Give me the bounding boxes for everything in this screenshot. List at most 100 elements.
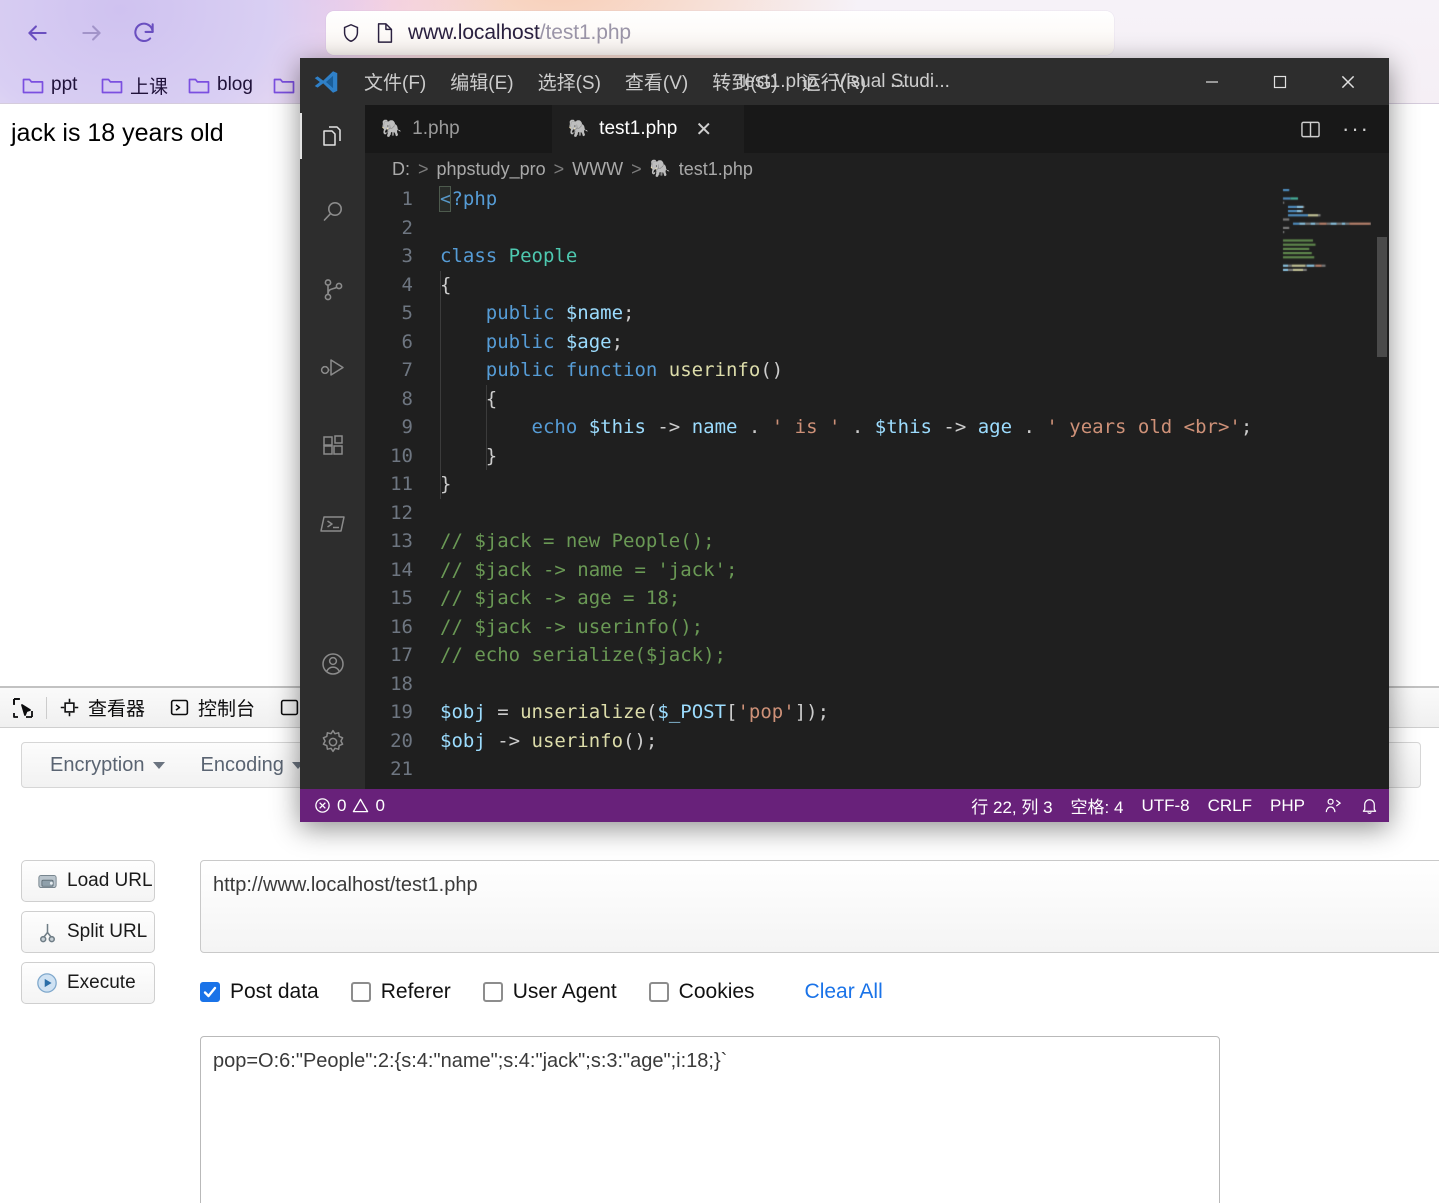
devtools-tab-console[interactable]: 控制台 (157, 688, 267, 728)
bookmark-blog[interactable]: blog (182, 72, 259, 98)
code-line[interactable]: 8 { (365, 385, 1389, 414)
token: (); (623, 729, 658, 752)
editor-more-actions-button[interactable]: ··· (1341, 115, 1371, 143)
forward-button[interactable] (73, 14, 111, 52)
minimize-button[interactable] (1187, 58, 1237, 105)
bookmark-shangke[interactable]: 上课 (95, 72, 174, 98)
option-referer[interactable]: Referer (350, 980, 451, 1004)
token: ]); (794, 701, 830, 723)
editor-tab-1php[interactable]: 🐘 1.php (365, 105, 552, 153)
activitybar-source-control[interactable] (300, 259, 365, 321)
page-info-icon[interactable] (375, 22, 395, 44)
code-line[interactable]: 4{ (365, 271, 1389, 300)
option-post-data[interactable]: Post data (200, 980, 319, 1004)
menu-edit[interactable]: 编辑(E) (438, 58, 525, 105)
tab-close-icon[interactable]: ✕ (695, 117, 712, 142)
vscode-titlebar[interactable]: 文件(F) 编辑(E) 选择(S) 查看(V) 转到(G) 运行(R) ... … (300, 58, 1389, 105)
menu-more[interactable]: ... (878, 58, 918, 105)
option-user-agent[interactable]: User Agent (482, 980, 617, 1004)
code-line[interactable]: 19 $obj = unserialize($_POST['pop']); (365, 698, 1389, 727)
status-eol[interactable]: CRLF (1208, 796, 1252, 816)
option-cookies[interactable]: Cookies (648, 980, 755, 1004)
devtools-tab-inspector[interactable]: 查看器 (47, 688, 157, 728)
token: public (485, 302, 566, 324)
code-line[interactable]: 21 (365, 755, 1389, 784)
status-encoding[interactable]: UTF-8 (1141, 796, 1189, 816)
resize-handle-icon[interactable] (1198, 1199, 1216, 1203)
split-editor-button[interactable] (1295, 115, 1325, 143)
code-line[interactable]: 2 (365, 214, 1389, 243)
code-editor[interactable]: 1 <?php 2 3 class People 4{5 public $name; 6 p… (365, 185, 1389, 789)
load-url-button[interactable]: Load URL (21, 860, 155, 902)
feedback-smiley-icon[interactable] (1323, 796, 1342, 815)
clear-all-link[interactable]: Clear All (805, 980, 883, 1004)
status-problems[interactable]: 0 0 (300, 796, 385, 816)
scrollbar-thumb[interactable] (1377, 237, 1387, 357)
editor-tab-label: test1.php (599, 118, 678, 139)
shield-icon[interactable] (340, 22, 362, 44)
line-content: } (440, 442, 497, 471)
breadcrumb-item-file[interactable]: test1.php (679, 159, 753, 180)
activitybar-remote-terminal[interactable] (300, 493, 365, 555)
code-line[interactable]: 15 // $jack -> age = 18; (365, 584, 1389, 613)
execute-button[interactable]: Execute (21, 962, 155, 1004)
notifications-bell-icon[interactable] (1360, 796, 1379, 815)
code-line[interactable]: 11} (365, 470, 1389, 499)
breadcrumb-separator: > (553, 158, 565, 179)
code-line[interactable]: 9 echo $this -> name . ' is ' . $this ->… (365, 413, 1389, 442)
post-data-textarea[interactable]: pop=O:6:"People":2:{s:4:"name";s:4:"jack… (200, 1036, 1220, 1203)
element-picker-button[interactable] (0, 688, 46, 728)
code-line[interactable]: 10 } (365, 442, 1389, 471)
post-data-checkbox[interactable] (200, 982, 220, 1002)
activitybar-run-debug[interactable] (300, 337, 365, 399)
menu-go[interactable]: 转到(G) (700, 58, 789, 105)
menu-view[interactable]: 查看(V) (613, 58, 700, 105)
code-line[interactable]: 1 <?php (365, 185, 1389, 214)
reload-button[interactable] (125, 14, 163, 52)
cookies-checkbox[interactable] (648, 982, 669, 1002)
activitybar-explorer[interactable] (300, 105, 365, 167)
bookmark-ppt[interactable]: ppt (16, 72, 83, 98)
code-line[interactable]: 12 (365, 499, 1389, 528)
activitybar-account[interactable] (300, 633, 365, 695)
code-line[interactable]: 7 public function userinfo() (365, 356, 1389, 385)
breadcrumb-item-drive[interactable]: D: (392, 159, 410, 180)
code-line[interactable]: 6 public $age; (365, 328, 1389, 357)
code-line[interactable]: 16 // $jack -> userinfo(); (365, 613, 1389, 642)
activitybar-search[interactable] (300, 181, 365, 243)
token: class (440, 245, 509, 267)
activitybar-settings[interactable] (300, 711, 365, 773)
menu-selection[interactable]: 选择(S) (526, 58, 613, 105)
editor-scrollbar[interactable] (1375, 185, 1389, 789)
encryption-dropdown[interactable]: Encryption (32, 754, 183, 777)
code-line[interactable]: 5 public $name; (365, 299, 1389, 328)
breadcrumb-item-phpstudy[interactable]: phpstudy_pro (437, 159, 546, 180)
referer-checkbox[interactable] (350, 982, 371, 1002)
status-cursor-position[interactable]: 行 22, 列 3 (971, 793, 1052, 818)
user-agent-checkbox[interactable] (482, 982, 503, 1002)
code-line[interactable]: 20 $obj -> userinfo(); (365, 727, 1389, 756)
code-line[interactable]: 17 // echo serialize($jack); (365, 641, 1389, 670)
code-line[interactable]: 14 // $jack -> name = 'jack'; (365, 556, 1389, 585)
activitybar-extensions[interactable] (300, 415, 365, 477)
code-line[interactable]: 18 (365, 670, 1389, 699)
line-content: $obj -> userinfo(); (440, 727, 657, 756)
close-button[interactable] (1323, 58, 1373, 105)
token: age (977, 416, 1013, 438)
maximize-button[interactable] (1255, 58, 1305, 105)
back-button[interactable] (18, 14, 56, 52)
status-language-mode[interactable]: PHP (1270, 796, 1305, 816)
menu-run[interactable]: 运行(R) (790, 58, 878, 105)
code-line[interactable]: 13 // $jack = new People(); (365, 527, 1389, 556)
breadcrumb-item-www[interactable]: WWW (572, 159, 623, 180)
split-url-button[interactable]: Split URL (21, 911, 155, 953)
page-output-text: jack is 18 years old (11, 119, 224, 147)
url-bar[interactable]: www.localhost/test1.php (326, 11, 1114, 55)
menu-file[interactable]: 文件(F) (352, 58, 438, 105)
code-line[interactable]: 3 class People (365, 242, 1389, 271)
hackbar-url-input[interactable]: http://www.localhost/test1.php (200, 860, 1439, 953)
editor-minimap[interactable] (1279, 185, 1371, 789)
status-indentation[interactable]: 空格: 4 (1071, 793, 1124, 818)
url-path: /test1.php (539, 21, 631, 44)
editor-tab-test1php[interactable]: 🐘 test1.php ✕ (552, 105, 744, 153)
